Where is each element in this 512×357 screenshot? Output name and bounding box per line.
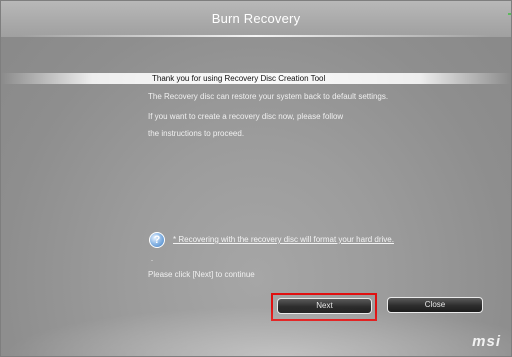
msi-logo: msi (472, 333, 501, 350)
continue-instruction: Please click [Next] to continue (148, 270, 255, 279)
info-icon: ? (149, 232, 165, 248)
dash-marker: - (151, 258, 153, 264)
intro-heading: Thank you for using Recovery Disc Creati… (152, 74, 326, 83)
format-warning: * Recovering with the recovery disc will… (173, 235, 394, 244)
title-bar: Burn Recovery (1, 1, 511, 37)
window-title: Burn Recovery (211, 11, 301, 26)
intro-line-1: The Recovery disc can restore your syste… (148, 92, 389, 101)
burn-recovery-window: Burn Recovery Thank you for using Recove… (0, 0, 512, 357)
intro-line-3: the instructions to proceed. (148, 129, 245, 138)
intro-line-2: If you want to create a recovery disc no… (148, 112, 344, 121)
bottom-glow (1, 306, 511, 356)
title-accent (508, 13, 511, 15)
